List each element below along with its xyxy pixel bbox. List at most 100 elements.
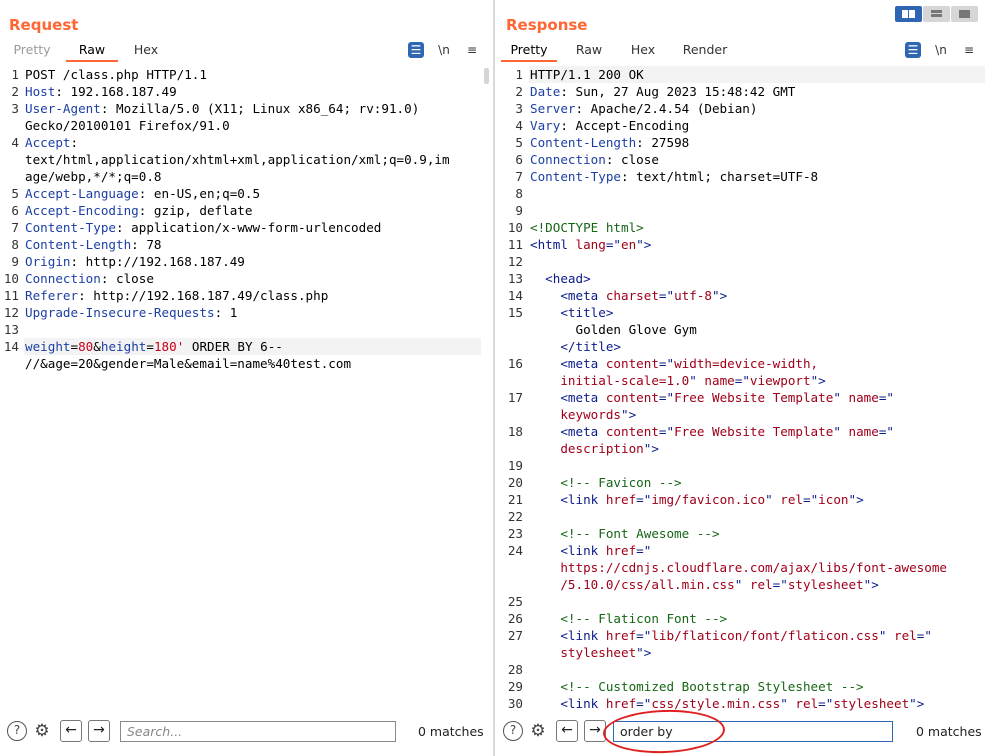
line-number: 28 bbox=[507, 662, 523, 677]
code-token: <link bbox=[530, 543, 606, 558]
code-line: 9 Origin: http://192.168.187.49 bbox=[0, 253, 481, 270]
code-token: =" bbox=[636, 628, 652, 643]
line-number: 6 bbox=[515, 152, 523, 167]
code-token: : close bbox=[605, 152, 659, 167]
code-token: content bbox=[605, 390, 659, 405]
request-editor[interactable]: 1 POST /class.php HTTP/1.1 2 Host: 192.168.… bbox=[0, 66, 481, 712]
code-token: stylesheet bbox=[787, 577, 864, 592]
code-line: 7 Content-Type: application/x-www-form-ur… bbox=[0, 219, 481, 236]
code-token: Golden Glove Gym bbox=[530, 322, 697, 337]
code-token: : 27598 bbox=[636, 135, 690, 150]
show-newlines-icon[interactable]: \n bbox=[436, 42, 452, 58]
single-view-icon[interactable] bbox=[951, 6, 978, 22]
code-token: =" bbox=[636, 696, 652, 711]
code-token: <link bbox=[530, 696, 606, 711]
request-scrollbar[interactable] bbox=[484, 68, 489, 84]
request-search-input[interactable] bbox=[120, 721, 396, 742]
code-token: Upgrade-Insecure-Requests bbox=[25, 305, 215, 320]
code-text: Content-Type: text/html; charset=UTF-8 bbox=[530, 168, 818, 185]
code-line: 29 <!-- Customized Bootstrap Stylesheet … bbox=[495, 678, 985, 695]
code-token: height bbox=[100, 339, 147, 354]
code-token: href bbox=[605, 492, 637, 507]
code-token: : Accept-Encoding bbox=[560, 118, 690, 133]
code-line: text/html,application/xhtml+xml,applicat… bbox=[0, 151, 481, 168]
code-text: <meta content="Free Website Template" na… bbox=[530, 423, 894, 440]
code-text: Date: Sun, 27 Aug 2023 15:48:42 GMT bbox=[530, 83, 795, 100]
line-number: 17 bbox=[507, 390, 523, 405]
code-token: <!-- Flaticon Font --> bbox=[530, 611, 728, 626]
request-tab-hex[interactable]: Hex bbox=[124, 40, 168, 62]
code-text: <html lang="en"> bbox=[530, 236, 651, 253]
code-token: Origin bbox=[25, 254, 71, 269]
code-line: keywords"> bbox=[495, 406, 985, 423]
response-tab-hex[interactable]: Hex bbox=[621, 40, 665, 62]
code-token: <!-- Customized Bootstrap Stylesheet --> bbox=[530, 679, 864, 694]
horizontal-view-icon[interactable] bbox=[923, 6, 950, 22]
line-number: 19 bbox=[507, 458, 523, 473]
request-match-count: 0 matches bbox=[418, 724, 484, 739]
code-token: Content-Length bbox=[530, 135, 637, 150]
code-token: " bbox=[689, 373, 705, 388]
code-line: 4 Vary: Accept-Encoding bbox=[495, 117, 985, 134]
help-icon[interactable]: ? bbox=[503, 721, 523, 741]
previous-match-button[interactable]: ← bbox=[556, 720, 578, 742]
code-text: keywords"> bbox=[530, 406, 636, 423]
line-number: 20 bbox=[507, 475, 523, 490]
request-tab-raw[interactable]: Raw bbox=[66, 40, 118, 62]
code-text: Content-Type: application/x-www-form-url… bbox=[25, 219, 381, 236]
code-token: : 1 bbox=[214, 305, 238, 320]
line-number: 25 bbox=[507, 594, 523, 609]
code-token: =" bbox=[878, 424, 894, 439]
request-tab-pretty[interactable]: Pretty bbox=[4, 40, 60, 62]
code-token: : 78 bbox=[131, 237, 162, 252]
code-text: Origin: http://192.168.187.49 bbox=[25, 253, 245, 270]
code-token: icon bbox=[818, 492, 849, 507]
code-token: /5.10.0/css/all.min.css bbox=[530, 577, 735, 592]
code-token: =" bbox=[878, 390, 894, 405]
response-editor[interactable]: 1 HTTP/1.1 200 OK 2 Date: Sun, 27 Aug 2023 … bbox=[495, 66, 985, 712]
code-token: description bbox=[530, 441, 644, 456]
code-token: css/style.min.css bbox=[651, 696, 781, 711]
wrap-lines-icon[interactable]: ☰ bbox=[408, 42, 424, 58]
request-pane: Request Pretty Raw Hex ☰ \n ≡ 1 POST /cla… bbox=[0, 0, 493, 756]
show-newlines-icon[interactable]: \n bbox=[933, 42, 949, 58]
code-token: & bbox=[93, 339, 101, 354]
line-number: 14 bbox=[3, 339, 19, 354]
code-token: " bbox=[833, 424, 849, 439]
settings-gear-icon[interactable]: ⚙ bbox=[528, 721, 548, 741]
code-text: /5.10.0/css/all.min.css" rel="stylesheet… bbox=[530, 576, 878, 593]
response-tab-pretty[interactable]: Pretty bbox=[501, 40, 557, 62]
code-token: Content-Length bbox=[25, 237, 132, 252]
code-line: 25 bbox=[495, 593, 985, 610]
code-token: " bbox=[833, 390, 849, 405]
code-token: : http://192.168.187.49/class.php bbox=[78, 288, 329, 303]
response-tab-raw[interactable]: Raw bbox=[567, 40, 611, 62]
line-number: 4 bbox=[515, 118, 523, 133]
code-token: Referer bbox=[25, 288, 79, 303]
code-token: Accept-Language bbox=[25, 186, 139, 201]
settings-gear-icon[interactable]: ⚙ bbox=[32, 721, 52, 741]
code-line: 2 Host: 192.168.187.49 bbox=[0, 83, 481, 100]
code-token: <!DOCTYPE html> bbox=[530, 220, 644, 235]
code-line: 10 Connection: close bbox=[0, 270, 481, 287]
code-token: <link bbox=[530, 628, 606, 643]
response-tab-render[interactable]: Render bbox=[677, 40, 733, 62]
code-text: <!-- Font Awesome --> bbox=[530, 525, 719, 542]
wrap-lines-icon[interactable]: ☰ bbox=[905, 42, 921, 58]
response-menu-icon[interactable]: ≡ bbox=[961, 42, 977, 58]
code-token: rel bbox=[780, 492, 803, 507]
previous-match-button[interactable]: ← bbox=[60, 720, 82, 742]
code-text: initial-scale=1.0" name="viewport"> bbox=[530, 372, 825, 389]
help-icon[interactable]: ? bbox=[7, 721, 27, 741]
line-number: 27 bbox=[507, 628, 523, 643]
code-line: 20 <!-- Favicon --> bbox=[495, 474, 985, 491]
code-token: : application/x-www-form-urlencoded bbox=[116, 220, 382, 235]
code-line: 14 weight=80&height=180' ORDER BY 6-- bbox=[0, 338, 481, 355]
code-token: : Apache/2.4.54 (Debian) bbox=[575, 101, 758, 116]
code-line: 12 bbox=[495, 253, 985, 270]
next-match-button[interactable]: → bbox=[88, 720, 110, 742]
code-token: =" bbox=[818, 696, 834, 711]
line-number: 12 bbox=[3, 305, 19, 320]
request-menu-icon[interactable]: ≡ bbox=[464, 42, 480, 58]
split-view-icon[interactable] bbox=[895, 6, 922, 22]
